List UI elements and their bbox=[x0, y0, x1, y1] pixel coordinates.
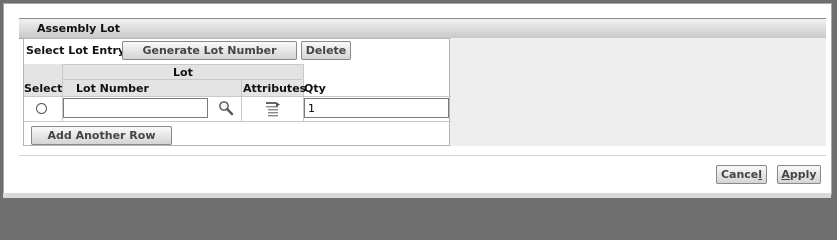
section-title: Assembly Lot bbox=[37, 22, 120, 35]
footer-separator bbox=[19, 155, 826, 156]
apply-button[interactable]: Apply bbox=[777, 165, 821, 184]
empty-side-panel bbox=[450, 38, 826, 146]
lot-group-header: Lot bbox=[173, 66, 193, 79]
select-column-header: Select bbox=[24, 82, 63, 95]
lot-entry-region: Select Lot Entry: Generate Lot Number De… bbox=[23, 38, 451, 146]
generate-lot-number-button[interactable]: Generate Lot Number bbox=[122, 41, 297, 60]
lot-number-input[interactable] bbox=[63, 98, 208, 118]
delete-button[interactable]: Delete bbox=[301, 41, 351, 60]
cancel-button[interactable]: Cancel bbox=[716, 165, 767, 184]
qty-column-header: Qty bbox=[304, 82, 326, 95]
bottom-shade bbox=[3, 193, 831, 198]
lot-number-column-header: Lot Number bbox=[76, 82, 149, 95]
select-lot-entry-label: Select Lot Entry: bbox=[26, 44, 130, 57]
section-header: Assembly Lot bbox=[19, 18, 826, 39]
add-another-row-button[interactable]: Add Another Row bbox=[31, 126, 172, 145]
magnifier-icon[interactable] bbox=[218, 100, 234, 116]
qty-input[interactable] bbox=[304, 98, 449, 118]
attributes-icon[interactable] bbox=[264, 100, 282, 118]
row-select-radio[interactable] bbox=[36, 103, 47, 114]
attributes-column-header: Attributes bbox=[243, 82, 307, 95]
